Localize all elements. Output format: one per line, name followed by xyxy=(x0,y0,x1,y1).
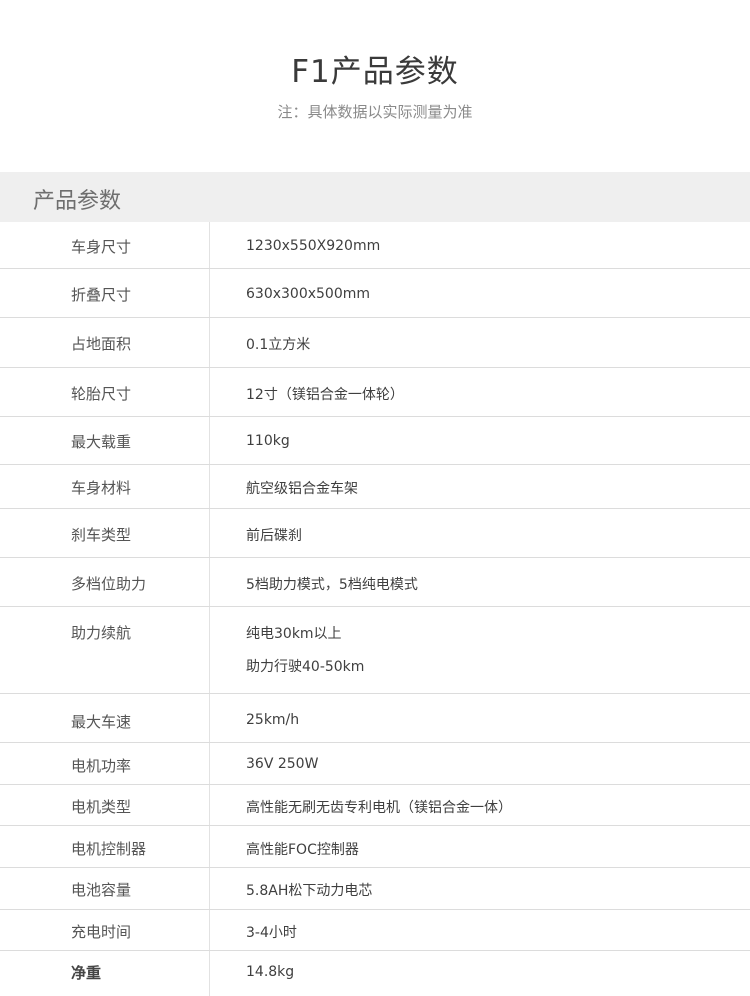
spec-value: 3-4小时 xyxy=(246,925,297,941)
spec-label: 助力续航 xyxy=(71,624,132,642)
spec-row-max-load: 最大载重 110kg xyxy=(0,417,750,465)
spec-row-motor-type: 电机类型 高性能无刷无齿专利电机（镁铝合金一体） xyxy=(0,785,750,826)
spec-value: 航空级铝合金车架 xyxy=(246,481,358,497)
spec-label: 多档位助力 xyxy=(71,575,147,593)
spec-label: 最大车速 xyxy=(71,713,132,731)
spec-value: 110kg xyxy=(246,433,290,449)
spec-label: 电机类型 xyxy=(71,798,132,816)
spec-row-motor-power: 电机功率 36V 250W xyxy=(0,743,750,785)
page-header: F1产品参数 注：具体数据以实际测量为准 xyxy=(0,0,750,172)
spec-label: 折叠尺寸 xyxy=(71,286,132,304)
spec-value: 14.8kg xyxy=(246,964,295,980)
spec-label: 电机功率 xyxy=(71,757,132,775)
spec-value: 前后碟刹 xyxy=(246,528,302,544)
spec-row-body-size: 车身尺寸 1230x550X920mm xyxy=(0,222,750,269)
spec-row-folded-size: 折叠尺寸 630x300x500mm xyxy=(0,269,750,318)
spec-value: 0.1立方米 xyxy=(246,337,311,353)
spec-row-footprint: 占地面积 0.1立方米 xyxy=(0,318,750,368)
spec-row-battery-capacity: 电池容量 5.8AH松下动力电芯 xyxy=(0,868,750,910)
spec-table: 车身尺寸 1230x550X920mm 折叠尺寸 630x300x500mm 占… xyxy=(0,222,750,996)
spec-label: 刹车类型 xyxy=(71,526,132,544)
spec-value: 36V 250W xyxy=(246,756,319,772)
spec-label: 净重 xyxy=(71,964,102,982)
measurement-note: 注：具体数据以实际测量为准 xyxy=(277,103,473,121)
spec-value: 630x300x500mm xyxy=(246,286,371,302)
spec-value: 高性能FOC控制器 xyxy=(246,842,359,858)
section-header-bar: 产品参数 xyxy=(0,172,750,222)
spec-row-range: 助力续航 纯电30km以上 助力行驶40-50km xyxy=(0,607,750,694)
spec-value: 25km/h xyxy=(246,712,300,728)
spec-row-charge-time: 充电时间 3-4小时 xyxy=(0,910,750,951)
spec-row-motor-controller: 电机控制器 高性能FOC控制器 xyxy=(0,826,750,868)
spec-value: 5.8AH松下动力电芯 xyxy=(246,883,373,899)
section-title: 产品参数 xyxy=(33,189,122,214)
spec-row-tire-size: 轮胎尺寸 12寸（镁铝合金一体轮） xyxy=(0,368,750,417)
spec-label: 电机控制器 xyxy=(71,840,147,858)
spec-row-assist-levels: 多档位助力 5档助力模式，5档纯电模式 xyxy=(0,558,750,607)
spec-label: 最大载重 xyxy=(71,433,132,451)
spec-label: 轮胎尺寸 xyxy=(71,385,132,403)
spec-value: 高性能无刷无齿专利电机（镁铝合金一体） xyxy=(246,800,512,816)
spec-value: 12寸（镁铝合金一体轮） xyxy=(246,387,404,403)
spec-value: 1230x550X920mm xyxy=(246,238,381,254)
spec-label: 电池容量 xyxy=(71,881,132,899)
spec-value: 纯电30km以上 xyxy=(246,626,342,642)
spec-row-body-material: 车身材料 航空级铝合金车架 xyxy=(0,465,750,509)
page-title: F1产品参数 xyxy=(291,54,459,90)
spec-label: 占地面积 xyxy=(71,335,132,353)
spec-row-max-speed: 最大车速 25km/h xyxy=(0,694,750,743)
spec-value: 5档助力模式，5档纯电模式 xyxy=(246,577,418,593)
spec-label: 车身尺寸 xyxy=(71,238,132,256)
spec-label: 车身材料 xyxy=(71,479,132,497)
spec-row-net-weight: 净重 14.8kg xyxy=(0,951,750,996)
spec-label: 充电时间 xyxy=(71,923,132,941)
spec-row-brake-type: 刹车类型 前后碟刹 xyxy=(0,509,750,558)
spec-value-secondary: 助力行驶40-50km xyxy=(246,659,365,675)
